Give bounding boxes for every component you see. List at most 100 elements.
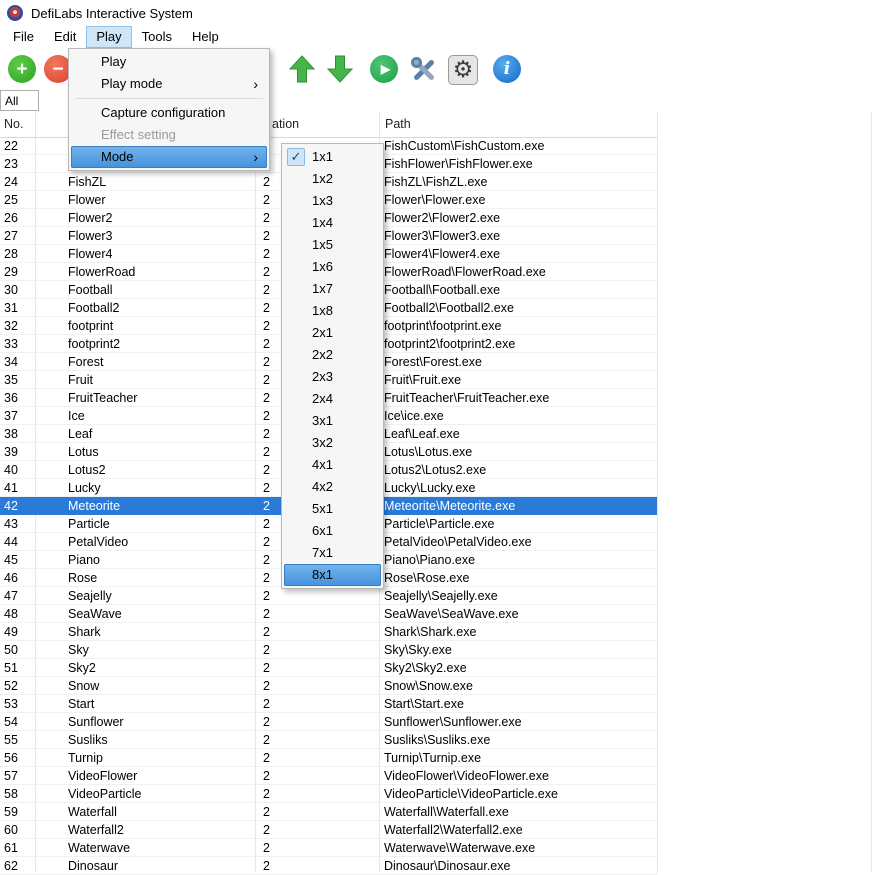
mode-option-5x1[interactable]: 5x1 — [284, 498, 381, 520]
mode-option-6x1[interactable]: 6x1 — [284, 520, 381, 542]
cell-name: FishZL — [68, 175, 107, 189]
table-row[interactable]: 59 Waterfall 2 Waterfall\Waterfall.exe — [0, 803, 657, 821]
move-up-icon[interactable] — [288, 55, 319, 85]
table-row[interactable]: 55 Susliks 2 Susliks\Susliks.exe — [0, 731, 657, 749]
play-icon[interactable]: ▶ — [370, 55, 400, 85]
cell-rotation: 2 — [263, 589, 270, 603]
cell-name: Leaf — [68, 427, 93, 441]
cell-path: FishZL\FishZL.exe — [384, 175, 488, 189]
menubar-item-play[interactable]: Play — [86, 26, 132, 48]
mode-option-1x8[interactable]: 1x8 — [284, 300, 381, 322]
cell-name: Football2 — [68, 301, 120, 315]
column-header-rotation[interactable]: ation — [272, 117, 299, 131]
tools-icon[interactable] — [409, 55, 439, 85]
mode-option-3x1[interactable]: 3x1 — [284, 410, 381, 432]
cell-path: Particle\Particle.exe — [384, 517, 495, 531]
cell-path: Dinosaur\Dinosaur.exe — [384, 859, 511, 873]
cell-no: 22 — [4, 139, 18, 153]
table-row[interactable]: 61 Waterwave 2 Waterwave\Waterwave.exe — [0, 839, 657, 857]
cell-path: PetalVideo\PetalVideo.exe — [384, 535, 532, 549]
check-icon: ✓ — [287, 148, 305, 166]
mode-option-1x2[interactable]: 1x2 — [284, 168, 381, 190]
menubar-item-help[interactable]: Help — [182, 26, 229, 48]
cell-path: Leaf\Leaf.exe — [384, 427, 460, 441]
mode-option-4x2[interactable]: 4x2 — [284, 476, 381, 498]
cell-path: Susliks\Susliks.exe — [384, 733, 491, 747]
menu-item-capture-configuration[interactable]: Capture configuration — [71, 102, 267, 124]
table-row[interactable]: 57 VideoFlower 2 VideoFlower\VideoFlower.ex… — [0, 767, 657, 785]
table-row[interactable]: 52 Snow 2 Snow\Snow.exe — [0, 677, 657, 695]
table-row[interactable]: 47 Seajelly 2 Seajelly\Seajelly.exe — [0, 587, 657, 605]
table-row[interactable]: 58 VideoParticle 2 VideoParticle\VideoParti… — [0, 785, 657, 803]
cell-name: Dinosaur — [68, 859, 119, 873]
mode-option-1x4[interactable]: 1x4 — [284, 212, 381, 234]
mode-option-2x2[interactable]: 2x2 — [284, 344, 381, 366]
mode-option-1x7[interactable]: 1x7 — [284, 278, 381, 300]
menubar-item-tools[interactable]: Tools — [132, 26, 182, 48]
mode-option-label: 4x1 — [312, 457, 333, 472]
menubar-item-file[interactable]: File — [3, 26, 44, 48]
cell-path: Start\Start.exe — [384, 697, 464, 711]
filter-dropdown[interactable]: All — [0, 90, 39, 111]
table-row[interactable]: 60 Waterfall2 2 Waterfall2\Waterfall2.exe — [0, 821, 657, 839]
cell-name: FlowerRoad — [68, 265, 136, 279]
mode-option-3x2[interactable]: 3x2 — [284, 432, 381, 454]
cell-rotation: 2 — [263, 553, 270, 567]
menu-item-effect-setting[interactable]: Effect setting — [71, 124, 267, 146]
table-row[interactable]: 51 Sky2 2 Sky2\Sky2.exe — [0, 659, 657, 677]
mode-option-2x1[interactable]: 2x1 — [284, 322, 381, 344]
mode-option-label: 1x3 — [312, 193, 333, 208]
cell-name: footprint2 — [68, 337, 121, 351]
table-row[interactable]: 54 Sunflower 2 Sunflower\Sunflower.exe — [0, 713, 657, 731]
cell-rotation: 2 — [263, 697, 270, 711]
mode-option-label: 1x2 — [312, 171, 333, 186]
table-row[interactable]: 48 SeaWave 2 SeaWave\SeaWave.exe — [0, 605, 657, 623]
table-row[interactable]: 53 Start 2 Start\Start.exe — [0, 695, 657, 713]
cell-no: 45 — [4, 553, 18, 567]
menubar: File Edit Play Tools Help — [0, 26, 873, 48]
menu-item-play-mode[interactable]: Play mode › — [71, 73, 267, 95]
cell-name: Football — [68, 283, 113, 297]
window-title: DefiLabs Interactive System — [31, 5, 193, 21]
info-icon[interactable]: i — [493, 55, 523, 85]
menu-item-mode[interactable]: Mode › — [71, 146, 267, 168]
cell-path: Lotus2\Lotus2.exe — [384, 463, 487, 477]
cell-rotation: 2 — [263, 463, 270, 477]
cell-name: Meteorite — [68, 499, 121, 513]
menu-item-play[interactable]: Play — [71, 51, 267, 73]
play-glyph: ▶ — [370, 55, 398, 83]
mode-option-1x5[interactable]: 1x5 — [284, 234, 381, 256]
mode-option-2x3[interactable]: 2x3 — [284, 366, 381, 388]
menu-item-label: Mode — [101, 149, 134, 164]
info-glyph: i — [493, 55, 521, 83]
table-row[interactable]: 56 Turnip 2 Turnip\Turnip.exe — [0, 749, 657, 767]
cell-no: 46 — [4, 571, 18, 585]
column-header-path[interactable]: Path — [385, 117, 411, 131]
mode-option-label: 2x1 — [312, 325, 333, 340]
mode-option-1x1[interactable]: ✓ 1x1 — [284, 146, 381, 168]
mode-option-1x3[interactable]: 1x3 — [284, 190, 381, 212]
settings-icon[interactable]: ⚙ — [448, 55, 478, 85]
column-header-no[interactable]: No. — [4, 117, 23, 131]
mode-option-1x6[interactable]: 1x6 — [284, 256, 381, 278]
cell-no: 31 — [4, 301, 18, 315]
titlebar: DefiLabs Interactive System — [0, 0, 873, 26]
mode-option-8x1[interactable]: 8x1 — [284, 564, 381, 586]
cell-rotation: 2 — [263, 769, 270, 783]
menubar-item-edit[interactable]: Edit — [44, 26, 86, 48]
mode-option-4x1[interactable]: 4x1 — [284, 454, 381, 476]
mode-option-2x4[interactable]: 2x4 — [284, 388, 381, 410]
mode-option-7x1[interactable]: 7x1 — [284, 542, 381, 564]
table-row[interactable]: 49 Shark 2 Shark\Shark.exe — [0, 623, 657, 641]
add-icon[interactable]: + — [8, 55, 38, 85]
cell-rotation: 2 — [263, 481, 270, 495]
cell-no: 50 — [4, 643, 18, 657]
move-down-icon[interactable] — [326, 55, 357, 85]
table-row[interactable]: 62 Dinosaur 2 Dinosaur\Dinosaur.exe — [0, 857, 657, 875]
cell-rotation: 2 — [263, 715, 270, 729]
cell-rotation: 2 — [263, 265, 270, 279]
cell-path: footprint2\footprint2.exe — [384, 337, 516, 351]
table-row[interactable]: 50 Sky 2 Sky\Sky.exe — [0, 641, 657, 659]
menu-separator — [75, 98, 263, 99]
mode-option-label: 1x5 — [312, 237, 333, 252]
